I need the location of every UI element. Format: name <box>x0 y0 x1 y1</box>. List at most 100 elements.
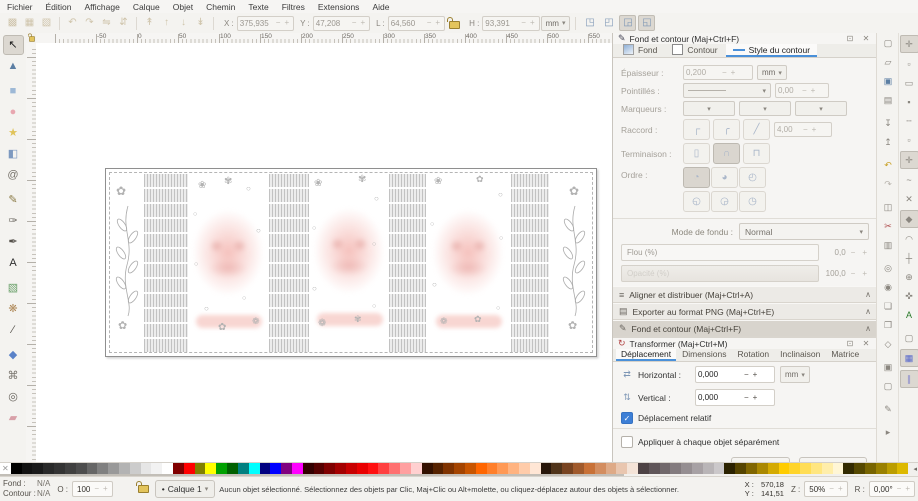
color-swatch[interactable] <box>746 463 757 474</box>
save-document-icon[interactable]: ▣ <box>880 73 897 89</box>
order-markers-fill-stroke-button[interactable]: ◶ <box>711 191 738 212</box>
stroke-width-field[interactable]: 0,200−+ <box>683 65 753 80</box>
color-swatch[interactable] <box>822 463 833 474</box>
lock-ratio-icon[interactable] <box>449 21 460 29</box>
tab-style-du-contour[interactable]: Style du contour <box>726 44 817 57</box>
color-swatch[interactable] <box>551 463 562 474</box>
color-swatch[interactable] <box>638 463 649 474</box>
color-swatch[interactable] <box>768 463 779 474</box>
ellipse-tool[interactable]: ● <box>3 102 24 122</box>
menu-extensions[interactable]: Extensions <box>318 2 360 12</box>
flip-vertical-icon[interactable]: ⇵ <box>115 15 132 31</box>
decrement-icon[interactable]: − <box>849 270 858 278</box>
color-swatch[interactable] <box>692 463 703 474</box>
raise-icon[interactable]: ↑ <box>158 15 175 31</box>
decrement-icon[interactable]: − <box>92 485 101 493</box>
increment-icon[interactable]: + <box>860 249 869 257</box>
current-layer-dropdown[interactable]: •Calque 1▾ <box>155 480 216 498</box>
create-clone-icon[interactable]: ❐ <box>880 317 897 333</box>
color-swatch[interactable] <box>443 463 454 474</box>
snap-smooth-nodes-icon[interactable]: ◠ <box>901 231 918 247</box>
decrement-icon[interactable]: − <box>801 126 810 134</box>
cut-icon[interactable]: ✂ <box>880 218 897 234</box>
menu-filtres[interactable]: Filtres <box>282 2 305 12</box>
color-swatch[interactable] <box>314 463 325 474</box>
color-swatch[interactable] <box>195 463 206 474</box>
snap-page-border-icon[interactable]: ▢ <box>901 330 918 346</box>
menu-aide[interactable]: Aide <box>372 2 389 12</box>
color-swatch[interactable] <box>97 463 108 474</box>
relative-move-checkbox[interactable]: ✓ <box>621 412 633 424</box>
vertical-field[interactable]: 0,000−+ <box>695 389 775 406</box>
cap-butt-button[interactable]: ▯ <box>683 143 710 164</box>
select-all-layers-icon[interactable]: ▦ <box>21 15 38 31</box>
no-color-swatch[interactable]: ✕ <box>0 463 11 474</box>
gradient-tool[interactable]: ▧ <box>3 278 24 298</box>
marker-dropdown-3[interactable]: ▾ <box>795 101 847 116</box>
duplicate-icon[interactable]: ❏ <box>880 298 897 314</box>
color-swatch[interactable] <box>627 463 638 474</box>
color-swatch[interactable] <box>843 463 854 474</box>
float-dialog-icon[interactable]: ⊡ <box>844 34 856 43</box>
undo-icon[interactable]: ↶ <box>880 157 897 173</box>
color-swatch[interactable] <box>346 463 357 474</box>
decrement-icon[interactable]: − <box>849 249 858 257</box>
select-all-icon[interactable]: ▩ <box>4 15 21 31</box>
x-field[interactable]: 375,935−+ <box>237 16 294 31</box>
color-swatch[interactable] <box>65 463 76 474</box>
menu-edition[interactable]: Édition <box>46 2 72 12</box>
increment-icon[interactable]: + <box>358 19 367 27</box>
color-swatch[interactable] <box>368 463 379 474</box>
color-swatch[interactable] <box>249 463 260 474</box>
color-swatch[interactable] <box>303 463 314 474</box>
more-commands-icon[interactable]: ▸ <box>880 424 897 440</box>
color-swatch[interactable] <box>260 463 271 474</box>
tab-matrice[interactable]: Matrice <box>826 349 864 361</box>
open-document-icon[interactable]: ▱ <box>880 54 897 70</box>
flip-horizontal-icon[interactable]: ⇋ <box>98 15 115 31</box>
color-swatch[interactable] <box>724 463 735 474</box>
color-swatch[interactable] <box>32 463 43 474</box>
color-swatch[interactable] <box>876 463 887 474</box>
fill-stroke-dialog-title[interactable]: ✎ Fond et contour (Maj+Ctrl+F) ⊡ ✕ <box>613 33 877 44</box>
close-dialog-icon[interactable]: ✕ <box>860 339 872 348</box>
decrement-icon[interactable]: − <box>519 19 528 27</box>
color-swatch[interactable] <box>606 463 617 474</box>
zoom-to-drawing-icon[interactable]: ◉ <box>880 279 897 295</box>
palette-scroll-arrow-icon[interactable]: ◂ <box>913 465 917 473</box>
snap-path-intersections-icon[interactable]: ✕ <box>901 191 918 207</box>
color-swatch[interactable] <box>411 463 422 474</box>
color-swatch[interactable] <box>703 463 714 474</box>
selector-tool[interactable]: ↖ <box>3 35 24 55</box>
zoom-tool[interactable]: ◎ <box>3 387 24 407</box>
tab-contour[interactable]: Contour <box>665 44 724 57</box>
decrement-icon[interactable]: − <box>895 485 904 493</box>
blend-mode-dropdown[interactable]: Normal▾ <box>739 223 869 240</box>
snap-bbox-centers-icon[interactable]: ▫ <box>901 132 918 148</box>
color-swatch[interactable] <box>789 463 800 474</box>
snap-bbox-edge-midpoints-icon[interactable]: ╌ <box>901 113 918 129</box>
zoom-field[interactable]: 50%−+ <box>804 481 847 497</box>
rectangle-tool[interactable]: ■ <box>3 81 24 101</box>
raise-to-top-icon[interactable]: ↟ <box>141 15 158 31</box>
increment-icon[interactable]: + <box>528 19 537 27</box>
units-dropdown[interactable]: mm▾ <box>541 16 571 31</box>
color-swatch[interactable] <box>108 463 119 474</box>
snap-nodes-icon[interactable]: ✛ <box>900 151 918 169</box>
snap-bbox-edges-icon[interactable]: ▭ <box>901 75 918 91</box>
color-swatch[interactable] <box>22 463 33 474</box>
paste-icon[interactable]: ▥ <box>880 237 897 253</box>
new-document-icon[interactable]: ▢ <box>880 35 897 51</box>
color-swatch[interactable] <box>54 463 65 474</box>
mug-wrap-design[interactable]: ✿✿❀✾○○○○○✿❁○❀✾○○○○❁✾○❀✿○○○○❁✿○✿✿ <box>105 168 597 357</box>
marker-dropdown-1[interactable]: ▾ <box>683 101 735 116</box>
menu-calque[interactable]: Calque <box>133 2 160 12</box>
color-swatch[interactable] <box>714 463 725 474</box>
tab-dimensions[interactable]: Dimensions <box>677 349 731 361</box>
order-fill-stroke-markers-button[interactable]: ◔ <box>683 167 710 188</box>
color-swatch[interactable] <box>670 463 681 474</box>
text-tool[interactable]: A <box>3 253 24 273</box>
color-swatch[interactable] <box>173 463 184 474</box>
color-swatch[interactable] <box>476 463 487 474</box>
tab-rotation[interactable]: Rotation <box>733 349 775 361</box>
